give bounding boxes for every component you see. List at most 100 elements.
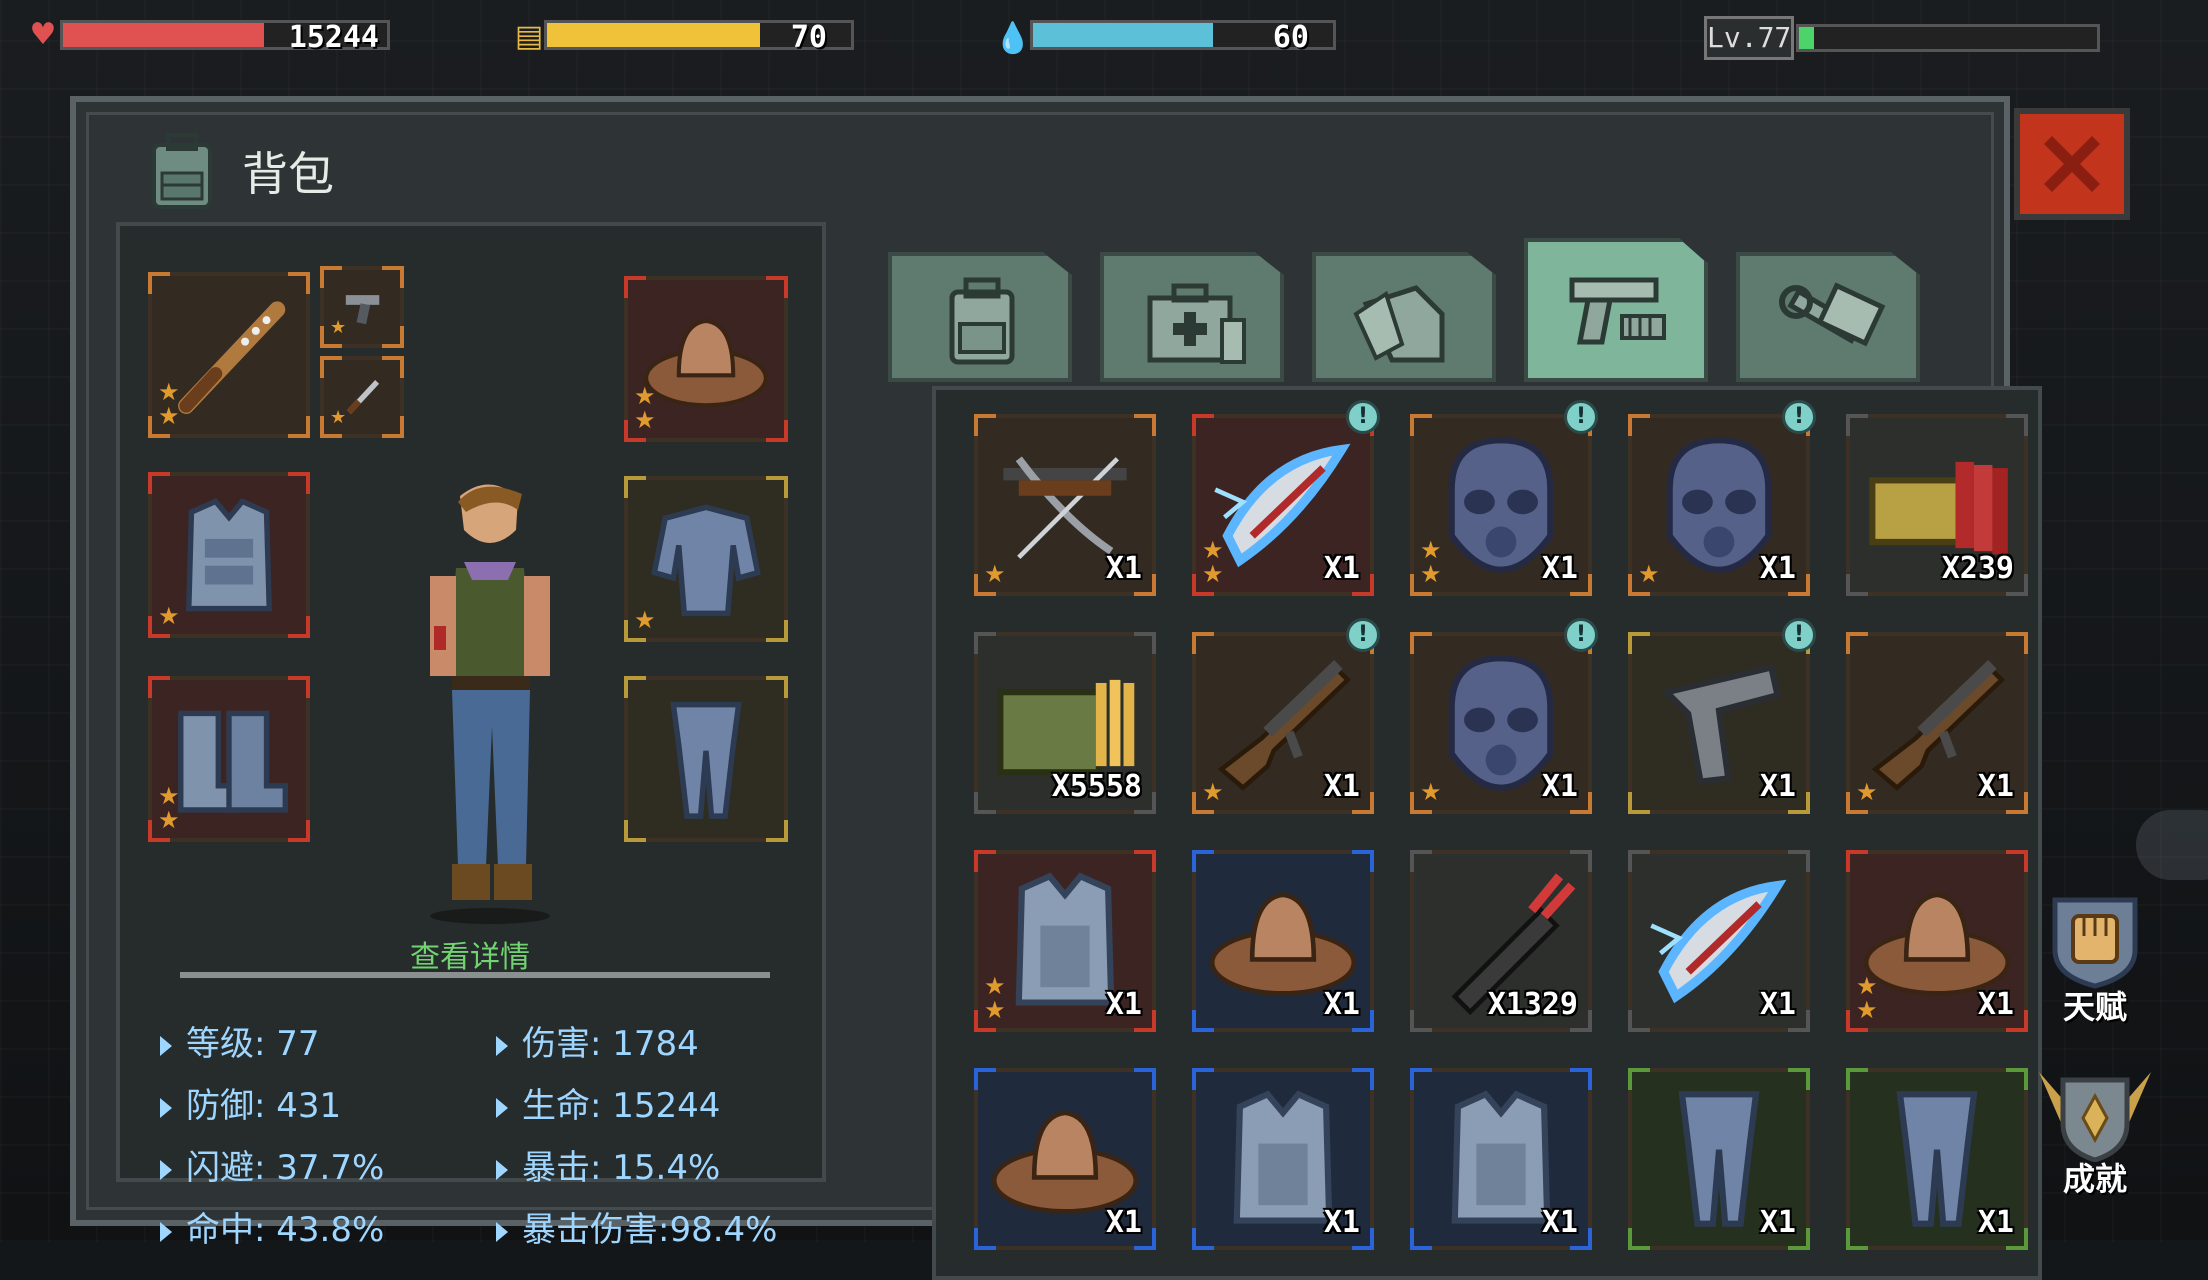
bread-icon: ▤: [514, 19, 544, 54]
armor-legs-icon: [670, 701, 742, 819]
view-details-link[interactable]: 查看详情: [410, 932, 530, 976]
item-quantity: X5558: [1051, 769, 1142, 804]
inventory-slot[interactable]: ★ ★ X1!: [1410, 400, 1598, 596]
health-fill: [63, 23, 264, 47]
inventory-slot[interactable]: X1: [1628, 850, 1810, 1032]
star-icon: ★: [984, 996, 1006, 1024]
star-icon: ★: [1638, 560, 1660, 588]
tab-medical[interactable]: [1100, 252, 1284, 382]
hunger-value: 70: [790, 20, 827, 55]
item-quantity: X1: [1977, 769, 2014, 804]
close-button[interactable]: [2014, 108, 2130, 220]
new-item-indicator-icon: !: [1346, 400, 1380, 434]
inventory-slot[interactable]: X239: [1846, 414, 2028, 596]
water-drop-icon: 💧: [994, 21, 1032, 56]
stat-crit: 暴击: 15.4%: [496, 1140, 720, 1189]
star-icon: ★: [1856, 972, 1878, 1000]
equip-slot-armor-suit[interactable]: ★: [624, 476, 788, 642]
new-item-indicator-icon: !: [1782, 400, 1816, 434]
new-item-indicator-icon: !: [1346, 618, 1380, 652]
inventory-slot[interactable]: X1: [1192, 1068, 1374, 1250]
inventory-slot[interactable]: ★ X1!: [1628, 400, 1816, 596]
inventory-slot[interactable]: ★ ★ X1: [1846, 850, 2028, 1032]
achievement-button[interactable]: 成就: [2030, 1062, 2160, 1212]
character-panel: ★ ★ ★ ★ ★ ★ ★ ★ ★ ★ 查看详情 等级: 77 伤害: 1784…: [116, 222, 826, 1250]
inventory-slot[interactable]: X1: [974, 1068, 1156, 1250]
panel-header: 背包: [140, 126, 334, 216]
inventory-slot[interactable]: X5558: [974, 632, 1156, 814]
equip-slot-boots[interactable]: ★ ★: [148, 676, 310, 842]
chat-bubble-icon[interactable]: [2136, 810, 2208, 880]
inventory-slot[interactable]: ★ X1!: [1410, 618, 1598, 814]
star-icon: ★: [158, 602, 180, 630]
equip-slot-melee[interactable]: ★ ★: [148, 272, 310, 438]
hunger-fill: [547, 23, 760, 47]
star-icon: ★: [984, 560, 1006, 588]
star-icon: ★: [330, 407, 347, 428]
water-fill: [1033, 23, 1213, 47]
inventory-slot[interactable]: X1: [1410, 1068, 1592, 1250]
weapon-icon: [1569, 277, 1666, 345]
star-icon: ★: [1202, 536, 1224, 564]
backpack-panel: 背包 ★ ★ ★ ★ ★ ★ ★ ★ ★ ★ 查看详情 等级: 77 伤害: 1…: [70, 96, 2042, 1280]
inventory-slot[interactable]: X1!: [1628, 618, 1816, 814]
equip-slot-body-armor[interactable]: ★: [148, 472, 310, 638]
item-quantity: X1: [1759, 769, 1796, 804]
stat-health: 生命: 15244: [496, 1078, 720, 1127]
item-quantity: X1: [1977, 1205, 2014, 1240]
character-avatar: [430, 484, 550, 924]
water-value: 60: [1272, 20, 1309, 55]
star-icon: ★: [158, 806, 180, 834]
talent-button[interactable]: 天赋: [2040, 890, 2150, 1040]
inventory-slot[interactable]: X1329: [1410, 850, 1592, 1032]
stat-dodge: 闪避: 37.7%: [160, 1140, 384, 1189]
star-icon: ★: [634, 406, 656, 434]
equip-slot-pistol[interactable]: ★: [320, 266, 404, 348]
baseball-bat-icon: [178, 301, 286, 414]
xp-bar: [1796, 24, 2100, 52]
tab-backpack[interactable]: [888, 252, 1072, 382]
equip-slot-knife[interactable]: ★: [320, 356, 404, 438]
inventory-slot[interactable]: ★ X1!: [1192, 618, 1380, 814]
inventory-slot[interactable]: X1: [1628, 1068, 1810, 1250]
talent-label: 天赋: [2062, 988, 2127, 1026]
armored-boots-icon: [178, 710, 288, 813]
fist-shield-icon: [2052, 897, 2138, 989]
star-icon: ★: [1856, 778, 1878, 806]
star-icon: ★: [158, 782, 180, 810]
power-armor-icon: [651, 504, 761, 617]
close-icon: [2044, 136, 2100, 192]
item-quantity: X239: [1941, 551, 2014, 586]
star-icon: ★: [1856, 996, 1878, 1024]
tab-tools[interactable]: [1736, 252, 1920, 382]
star-icon: ★: [634, 382, 656, 410]
star-icon: ★: [1420, 778, 1442, 806]
stat-level: 等级: 77: [160, 1016, 320, 1065]
inventory-slot[interactable]: ★ ★ X1!: [1192, 400, 1380, 596]
heart-icon: ♥: [29, 17, 57, 52]
inventory-slot[interactable]: ★ ★ X1: [974, 850, 1156, 1032]
inventory-slot[interactable]: ★ X1: [1846, 632, 2028, 814]
stat-defense: 防御: 431: [160, 1078, 341, 1127]
panel-title: 背包: [242, 147, 334, 201]
tab-weapons[interactable]: [1524, 238, 1708, 382]
stats-divider: [180, 972, 770, 978]
item-quantity: X1: [1323, 551, 1360, 586]
item-quantity: X1329: [1487, 987, 1578, 1022]
inventory-slot[interactable]: ★ X1: [974, 414, 1156, 596]
star-icon: ★: [1420, 536, 1442, 564]
equip-slot-hat[interactable]: ★ ★: [624, 276, 788, 442]
star-icon: ★: [158, 378, 180, 406]
star-icon: ★: [158, 402, 180, 430]
item-quantity: X1: [1323, 769, 1360, 804]
item-quantity: X1: [1541, 1205, 1578, 1240]
new-item-indicator-icon: !: [1782, 618, 1816, 652]
stat-crit-damage: 暴击伤害:98.4%: [496, 1202, 777, 1251]
inventory-slot[interactable]: X1: [1846, 1068, 2028, 1250]
armor-vest-icon: [186, 498, 272, 612]
inventory-slot[interactable]: X1: [1192, 850, 1374, 1032]
item-quantity: X1: [1105, 1205, 1142, 1240]
tab-food[interactable]: [1312, 252, 1496, 382]
equip-slot-legs[interactable]: [624, 676, 788, 842]
item-quantity: X1: [1759, 551, 1796, 586]
